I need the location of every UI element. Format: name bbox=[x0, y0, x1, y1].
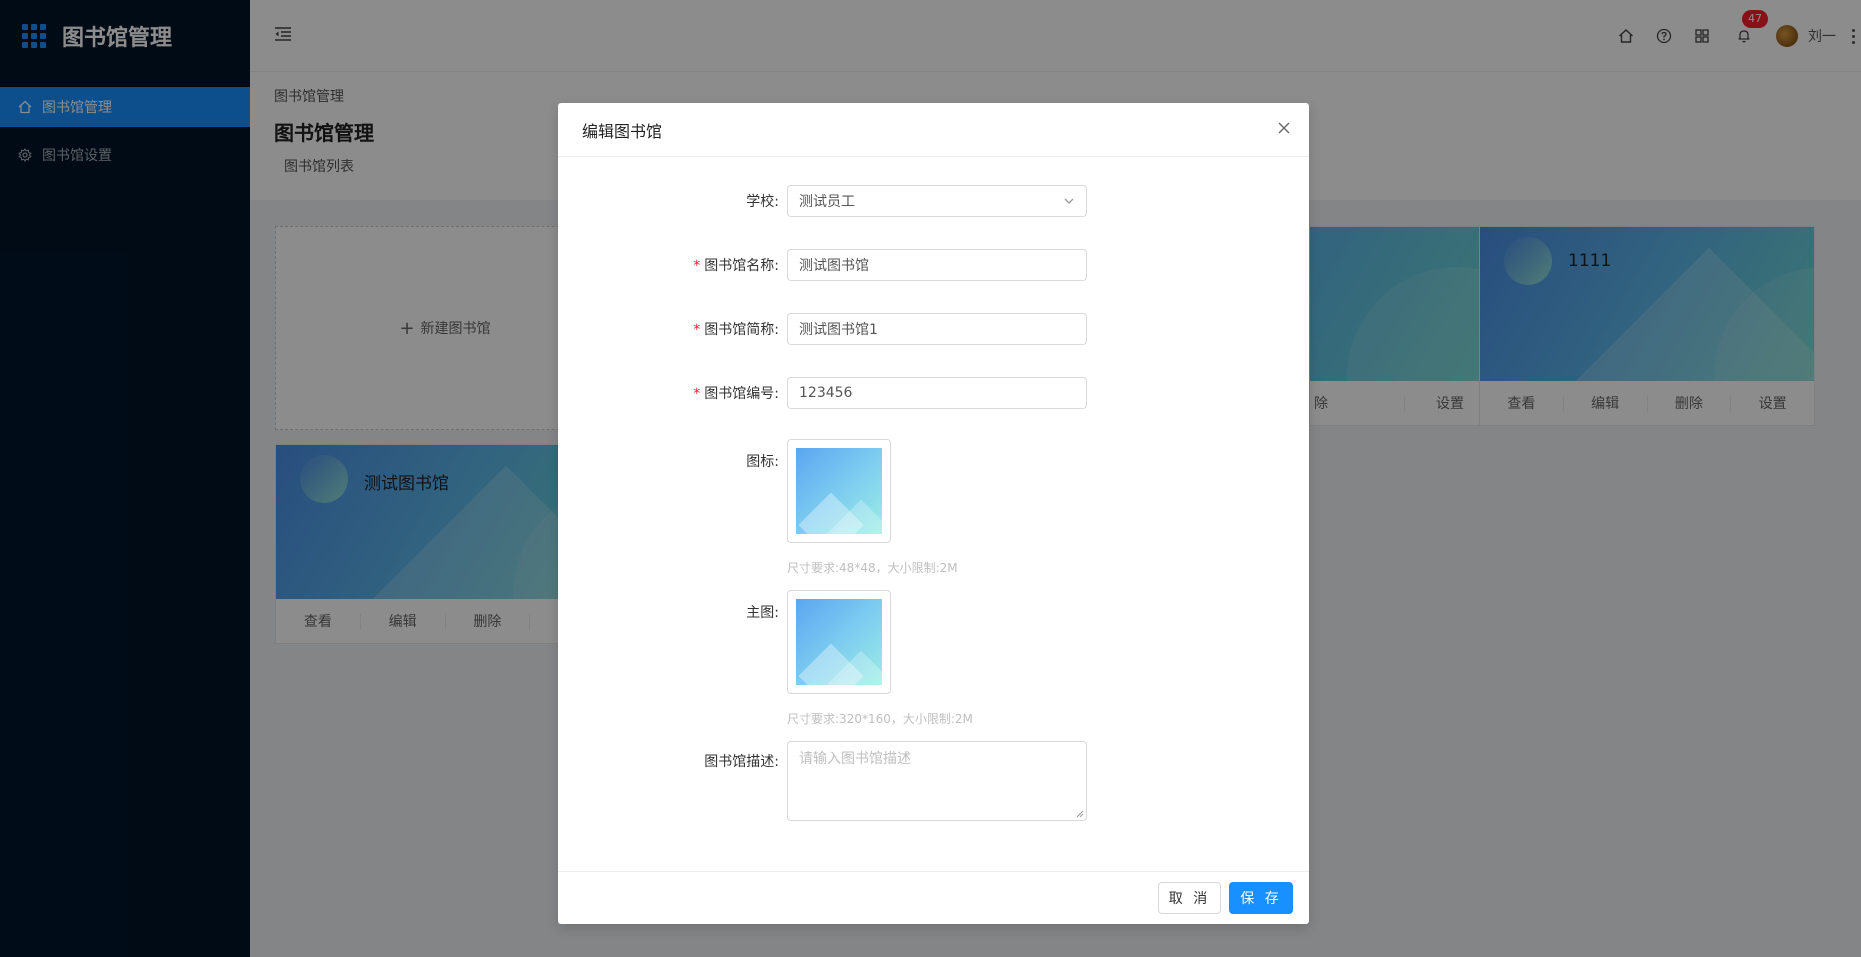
main-image-label: 主图: bbox=[746, 605, 779, 621]
name-label: * 图书馆名称: bbox=[693, 258, 779, 274]
short-name-label: * 图书馆简称: bbox=[693, 322, 779, 338]
modal-title: 编辑图书馆 bbox=[582, 121, 663, 141]
library-short-name-input[interactable]: 测试图书馆1 bbox=[787, 313, 1087, 345]
school-value: 测试员工 bbox=[799, 194, 855, 210]
required-mark: * bbox=[693, 386, 701, 402]
resize-handle-icon[interactable] bbox=[1076, 810, 1084, 818]
image-placeholder-icon bbox=[796, 448, 882, 534]
main-image-hint: 尺寸要求:320*160，大小限制:2M bbox=[787, 712, 973, 726]
image-placeholder-icon bbox=[796, 599, 882, 685]
school-select[interactable]: 测试员工 bbox=[787, 185, 1087, 217]
school-label: 学校: bbox=[746, 194, 779, 210]
library-name-input[interactable]: 测试图书馆 bbox=[787, 249, 1087, 281]
icon-hint: 尺寸要求:48*48，大小限制:2M bbox=[787, 561, 958, 575]
main-image-upload[interactable] bbox=[787, 590, 891, 694]
code-label: * 图书馆编号: bbox=[693, 386, 779, 402]
icon-upload[interactable] bbox=[787, 439, 891, 543]
icon-label: 图标: bbox=[746, 454, 779, 470]
description-label: 图书馆描述: bbox=[704, 754, 779, 770]
modal-header: 编辑图书馆 bbox=[558, 103, 1309, 157]
cancel-button[interactable]: 取 消 bbox=[1158, 882, 1221, 914]
chevron-down-icon bbox=[1064, 198, 1074, 204]
required-mark: * bbox=[693, 322, 701, 338]
edit-library-modal: 编辑图书馆 学校: 测试员工 * 图书馆名称: 测试图书馆 * 图书馆简称: 测试图… bbox=[558, 103, 1309, 924]
required-mark: * bbox=[693, 258, 701, 274]
library-code-input[interactable]: 123456 bbox=[787, 377, 1087, 409]
description-placeholder: 请输入图书馆描述 bbox=[799, 751, 911, 767]
save-button[interactable]: 保 存 bbox=[1229, 882, 1293, 914]
modal-footer: 取 消 保 存 bbox=[558, 871, 1309, 924]
description-textarea[interactable]: 请输入图书馆描述 bbox=[787, 741, 1087, 821]
close-icon[interactable] bbox=[1277, 121, 1291, 135]
